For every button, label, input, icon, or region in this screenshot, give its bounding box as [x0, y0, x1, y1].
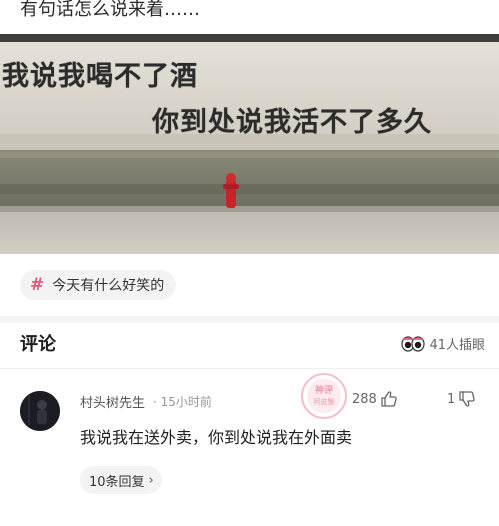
insert-count: 41人插眼 — [429, 338, 485, 353]
meme-caption-line-2: 你到处说我活不了多久 — [152, 107, 432, 138]
comment-text: 我说我在送外卖，你到处说我在外面卖 — [80, 428, 353, 447]
comments-title: 评论 — [20, 334, 56, 355]
like-button[interactable]: 288 — [352, 390, 398, 408]
badge-line-1: 神评 — [315, 384, 333, 396]
meme-caption-line-1: 我说我喝不了酒 — [2, 61, 198, 92]
badge-line-2: 阿皮蟹 — [314, 397, 335, 406]
post-text: 有句话怎么说来着…… — [20, 0, 200, 20]
hot-comment-badge: 神评 阿皮蟹 — [301, 373, 347, 419]
eyes-icon — [401, 335, 426, 352]
topic-tag[interactable]: # 今天有什么好笑的 — [20, 270, 177, 300]
dislike-count: 1 — [447, 391, 456, 407]
avatar[interactable] — [20, 391, 60, 431]
insert-eyes-button[interactable]: 41人插眼 — [401, 334, 485, 353]
dislike-button[interactable]: 1 — [447, 390, 476, 408]
hash-icon: # — [30, 275, 45, 295]
app-root: 有句话怎么说来着…… 我说我喝不了酒 你到处说我活不了多久 # 今天有什么好笑的… — [0, 0, 499, 526]
topic-label: 今天有什么好笑的 — [52, 278, 165, 294]
author-name[interactable]: 村头树先生 — [80, 392, 145, 411]
meme-image[interactable]: 我说我喝不了酒 你到处说我活不了多久 — [0, 34, 499, 254]
thumbs-down-icon — [459, 391, 475, 407]
view-replies-button[interactable]: 10条回复 › — [80, 466, 162, 494]
comment-time: · 15小时前 — [153, 395, 212, 409]
comment-meta: 村头树先生 · 15小时前 — [80, 392, 212, 411]
thumbs-up-icon — [381, 391, 397, 407]
chevron-right-icon: › — [148, 472, 154, 488]
section-divider — [0, 316, 499, 323]
like-count: 288 — [352, 391, 377, 407]
replies-label: 10条回复 — [89, 474, 145, 490]
header-separator — [0, 368, 499, 369]
